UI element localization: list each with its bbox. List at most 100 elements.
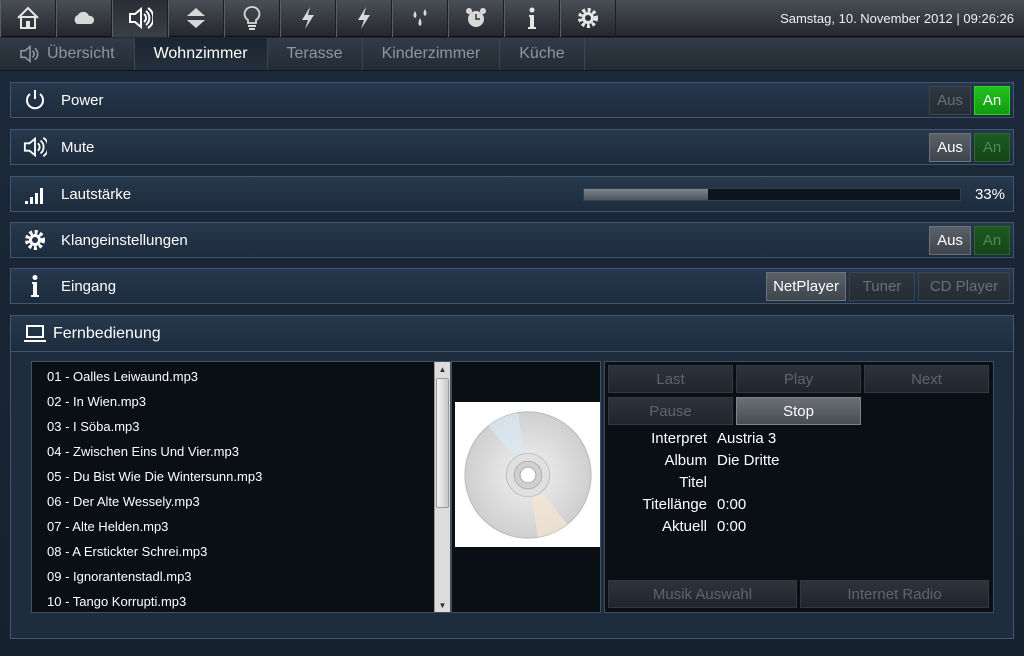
mute-label: Mute bbox=[61, 138, 95, 156]
tab-label: Küche bbox=[519, 45, 565, 62]
gear-icon bbox=[17, 223, 53, 257]
power-row: Power Aus An bbox=[10, 82, 1014, 118]
scroll-down-arrow-icon[interactable]: ▼ bbox=[435, 598, 450, 612]
remote-label: Fernbedienung bbox=[53, 324, 161, 342]
playlist-scrollbar[interactable]: ▲ ▼ bbox=[434, 362, 450, 612]
playlist-item[interactable]: 03 - I Söba.mp3 bbox=[32, 414, 450, 439]
sound-settings-toggle: Aus An bbox=[929, 225, 1010, 255]
sound-settings-label: Klangeinstellungen bbox=[61, 231, 188, 249]
power-icon bbox=[17, 83, 53, 117]
lightbulb-icon[interactable] bbox=[224, 0, 280, 37]
sound-settings-row: Klangeinstellungen Aus An bbox=[10, 222, 1014, 258]
info-aktuell-label: Aktuell bbox=[661, 518, 707, 535]
tab-label: Kinderzimmer bbox=[381, 45, 481, 62]
pause-button[interactable]: Pause bbox=[608, 397, 733, 425]
sound-on-button[interactable]: An bbox=[974, 225, 1010, 255]
info-album-row: Album Die Dritte bbox=[605, 452, 995, 474]
home-icon[interactable] bbox=[0, 0, 56, 37]
input-netplayer-button[interactable]: NetPlayer bbox=[766, 271, 846, 301]
track-info: Interpret Austria 3 Album Die Dritte Tit… bbox=[605, 430, 995, 540]
speaker-icon bbox=[20, 45, 39, 63]
water-drops-icon[interactable] bbox=[392, 0, 448, 37]
power-toggle: Aus An bbox=[929, 85, 1010, 115]
datetime-display: Samstag, 10. November 2012 | 09:26:26 bbox=[780, 10, 1014, 26]
lightning-icon[interactable] bbox=[336, 0, 392, 37]
playlist-item[interactable]: 01 - Oalles Leiwaund.mp3 bbox=[32, 364, 450, 389]
tab-kueche[interactable]: Küche bbox=[500, 38, 585, 70]
info-titel-value bbox=[717, 474, 995, 496]
volume-label: Lautstärke bbox=[61, 185, 132, 203]
power-off-button[interactable]: Aus bbox=[929, 85, 971, 115]
info-laenge-label: Titellänge bbox=[642, 496, 707, 513]
player-controls: Last Play Next Pause Stop Interpret Aust… bbox=[604, 361, 994, 613]
input-label: Eingang bbox=[61, 277, 117, 295]
last-button[interactable]: Last bbox=[608, 365, 733, 393]
info-titel-row: Titel bbox=[605, 474, 995, 496]
power-on-button[interactable]: An bbox=[974, 85, 1010, 115]
speaker-icon bbox=[17, 130, 53, 164]
info-icon bbox=[17, 269, 53, 303]
info-album-value: Die Dritte bbox=[717, 452, 780, 469]
tab-kinderzimmer[interactable]: Kinderzimmer bbox=[363, 38, 501, 70]
playlist[interactable]: 01 - Oalles Leiwaund.mp3 02 - In Wien.mp3… bbox=[31, 361, 451, 613]
info-album-label: Album bbox=[664, 452, 707, 469]
lightning-icon[interactable] bbox=[280, 0, 336, 37]
input-row: Eingang NetPlayer Tuner CD Player bbox=[10, 268, 1014, 304]
cloud-icon[interactable] bbox=[56, 0, 112, 37]
mute-off-button[interactable]: Aus bbox=[929, 132, 971, 162]
internet-radio-button[interactable]: Internet Radio bbox=[800, 580, 989, 608]
sound-off-button[interactable]: Aus bbox=[929, 225, 971, 255]
input-cdplayer-button[interactable]: CD Player bbox=[918, 271, 1010, 301]
info-aktuell-row: Aktuell 0:00 bbox=[605, 518, 995, 540]
info-laenge-value: 0:00 bbox=[717, 496, 747, 513]
tab-label: Terasse bbox=[286, 45, 343, 62]
mute-toggle: Aus An bbox=[929, 132, 1010, 162]
input-tuner-button[interactable]: Tuner bbox=[849, 271, 915, 301]
volume-row: Lautstärke 33% bbox=[10, 176, 1014, 212]
play-button[interactable]: Play bbox=[736, 365, 861, 393]
playlist-item[interactable]: 06 - Der Alte Wessely.mp3 bbox=[32, 489, 450, 514]
mute-row: Mute Aus An bbox=[10, 129, 1014, 165]
volume-slider-fill bbox=[584, 189, 709, 200]
playlist-item[interactable]: 05 - Du Bist Wie Die Wintersunn.mp3 bbox=[32, 464, 450, 489]
info-interpret-row: Interpret Austria 3 bbox=[605, 430, 995, 452]
volume-percent: 33% bbox=[974, 185, 1005, 203]
gear-icon[interactable] bbox=[560, 0, 616, 37]
playlist-item[interactable]: 09 - Ignorantenstadl.mp3 bbox=[32, 564, 450, 589]
playlist-item[interactable]: 08 - A Erstickter Schrei.mp3 bbox=[32, 539, 450, 564]
remote-header: Fernbedienung bbox=[11, 316, 1013, 352]
volume-slider[interactable] bbox=[583, 188, 961, 201]
tab-uebersicht[interactable]: Übersicht bbox=[0, 38, 135, 70]
speaker-icon[interactable] bbox=[112, 0, 168, 37]
remote-panel: Fernbedienung 01 - Oalles Leiwaund.mp3 02… bbox=[10, 315, 1014, 639]
power-label: Power bbox=[61, 91, 104, 109]
musik-auswahl-button[interactable]: Musik Auswahl bbox=[608, 580, 797, 608]
mute-on-button[interactable]: An bbox=[974, 132, 1010, 162]
cd-disc-icon bbox=[455, 402, 600, 547]
next-button[interactable]: Next bbox=[864, 365, 989, 393]
input-selector: NetPlayer Tuner CD Player bbox=[766, 271, 1010, 301]
playlist-item[interactable]: 04 - Zwischen Eins Und Vier.mp3 bbox=[32, 439, 450, 464]
stop-button[interactable]: Stop bbox=[736, 397, 861, 425]
info-laenge-row: Titellänge 0:00 bbox=[605, 496, 995, 518]
top-navigation-bar: Samstag, 10. November 2012 | 09:26:26 bbox=[0, 0, 1024, 37]
playlist-item[interactable]: 10 - Tango Korrupti.mp3 bbox=[32, 589, 450, 614]
playlist-item[interactable]: 02 - In Wien.mp3 bbox=[32, 389, 450, 414]
info-interpret-label: Interpret bbox=[651, 430, 707, 447]
tab-wohnzimmer[interactable]: Wohnzimmer bbox=[134, 38, 268, 70]
tab-label: Übersicht bbox=[47, 45, 115, 62]
alarm-clock-icon[interactable] bbox=[448, 0, 504, 37]
scrollbar-thumb[interactable] bbox=[436, 378, 449, 508]
playlist-item[interactable]: 07 - Alte Helden.mp3 bbox=[32, 514, 450, 539]
signal-bars-icon bbox=[17, 177, 53, 211]
tab-terasse[interactable]: Terasse bbox=[268, 38, 363, 70]
laptop-icon bbox=[17, 317, 53, 351]
up-down-arrows-icon[interactable] bbox=[168, 0, 224, 37]
room-tabs: Übersicht Wohnzimmer Terasse Kinderzimme… bbox=[0, 38, 1024, 71]
info-titel-label: Titel bbox=[679, 474, 707, 491]
scroll-up-arrow-icon[interactable]: ▲ bbox=[435, 362, 450, 376]
album-cover-box bbox=[451, 361, 601, 613]
tab-label: Wohnzimmer bbox=[153, 45, 248, 62]
info-interpret-value: Austria 3 bbox=[717, 430, 777, 447]
info-icon[interactable] bbox=[504, 0, 560, 37]
